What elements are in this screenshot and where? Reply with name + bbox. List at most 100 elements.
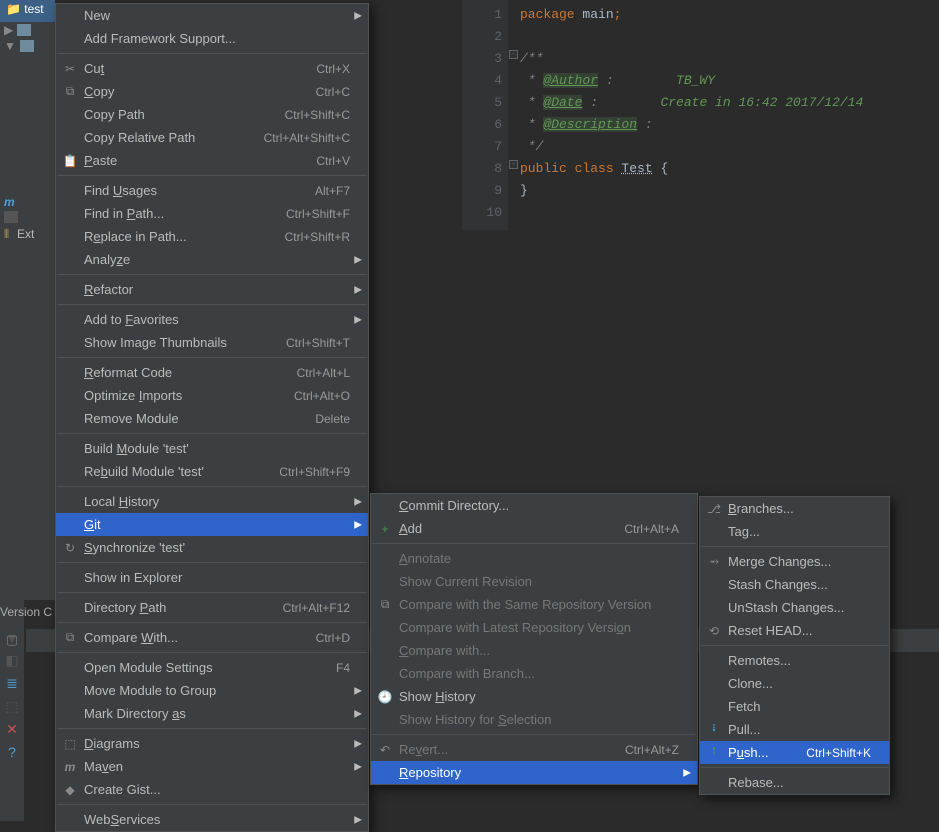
menu-item-clone[interactable]: Clone...	[700, 672, 889, 695]
menu-item-show-in-explorer[interactable]: Show in Explorer	[56, 566, 368, 589]
context-menu-repository[interactable]: ⎇Branches...Tag... ⥇Merge Changes... Stash…	[699, 496, 890, 795]
fold-gutter: - -	[508, 0, 518, 230]
menu-item-directory-path[interactable]: Directory PathCtrl+Alt+F12	[56, 596, 368, 619]
merge-changes-icon: ⥇	[706, 554, 722, 570]
menu-item-refactor[interactable]: Refactor ▶	[56, 278, 368, 301]
menu-item-add-framework-support[interactable]: Add Framework Support...	[56, 27, 368, 50]
menu-item-find-in-path[interactable]: Find in Path...Ctrl+Shift+F	[56, 202, 368, 225]
menu-item-compare-with[interactable]: ⧉Compare With...Ctrl+D	[56, 626, 368, 649]
menu-item-open-module-settings[interactable]: Open Module SettingsF4	[56, 656, 368, 679]
menu-item-analyze[interactable]: Analyze▶	[56, 248, 368, 271]
project-header[interactable]: 📁 test	[0, 0, 55, 22]
menu-item-local-history[interactable]: Local History▶	[56, 490, 368, 513]
menu-item-rebuild-module-test[interactable]: Rebuild Module 'test'Ctrl+Shift+F9	[56, 460, 368, 483]
menu-item-compare-with-branch: Compare with Branch...	[371, 662, 697, 685]
compare-with-the-same-repository-version-icon: ⧉	[377, 597, 393, 613]
menu-item-diagrams[interactable]: ⬚Diagrams▶	[56, 732, 368, 755]
menu-shortcut: Ctrl+Alt+L	[297, 366, 350, 380]
menu-separator	[57, 652, 367, 653]
menu-item-webservices[interactable]: WebServices▶	[56, 808, 368, 831]
menu-item-tag[interactable]: Tag...	[700, 520, 889, 543]
menu-item-unstash-changes[interactable]: UnStash Changes...	[700, 596, 889, 619]
menu-item-branches[interactable]: ⎇Branches...	[700, 497, 889, 520]
context-menu-main[interactable]: New▶Add Framework Support...✂CutCtrl+X⧉C…	[55, 3, 369, 832]
tool-window-icon[interactable]: ▢	[0, 628, 24, 652]
menu-item-label: Stash Changes...	[728, 577, 871, 592]
menu-item-label: Remove Module	[84, 411, 291, 426]
code-editor[interactable]: 1 2 3 4 5 6 7 8 9 10 - - package main; /…	[462, 0, 939, 230]
fold-marker[interactable]: -	[509, 50, 518, 59]
menu-item-find-usages[interactable]: Find UsagesAlt+F7	[56, 179, 368, 202]
menu-item-remotes[interactable]: Remotes...	[700, 649, 889, 672]
menu-item-label: Commit Directory...	[399, 498, 679, 513]
help-icon[interactable]: ?	[8, 744, 16, 760]
submenu-arrow-icon: ▶	[354, 284, 362, 295]
menu-item-merge-changes[interactable]: ⥇Merge Changes...	[700, 550, 889, 573]
menu-item-replace-in-path[interactable]: Replace in Path...Ctrl+Shift+R	[56, 225, 368, 248]
menu-item-label: Open Module Settings	[84, 660, 312, 675]
menu-item-new[interactable]: New▶	[56, 4, 368, 27]
menu-item-create-gist[interactable]: ◆Create Gist...	[56, 778, 368, 801]
menu-item-label: Annotate	[399, 551, 679, 566]
menu-item-reset-head[interactable]: ⟲Reset HEAD...	[700, 619, 889, 642]
menu-item-optimize-imports[interactable]: Optimize ImportsCtrl+Alt+O	[56, 384, 368, 407]
menu-separator	[57, 622, 367, 623]
submenu-arrow-icon: ▶	[683, 767, 691, 778]
comment: :	[582, 95, 660, 110]
branches-icon: ⎇	[706, 501, 722, 517]
fold-marker[interactable]: -	[509, 160, 518, 169]
menu-separator	[57, 433, 367, 434]
menu-separator	[57, 274, 367, 275]
menu-item-label: Add Framework Support...	[84, 31, 350, 46]
menu-shortcut: Delete	[315, 412, 350, 426]
line-number: 2	[462, 26, 502, 48]
settings-icon[interactable]: ⬚	[5, 698, 18, 715]
menu-item-repository[interactable]: Repository▶	[371, 761, 697, 784]
menu-item-paste[interactable]: 📋PasteCtrl+V	[56, 149, 368, 172]
menu-item-fetch[interactable]: Fetch	[700, 695, 889, 718]
menu-item-git[interactable]: Git▶	[56, 513, 368, 536]
menu-item-commit-directory[interactable]: Commit Directory...	[371, 494, 697, 517]
menu-item-remove-module[interactable]: Remove Module Delete	[56, 407, 368, 430]
menu-item-show-history[interactable]: 🕘Show History	[371, 685, 697, 708]
context-menu-git[interactable]: Commit Directory... +AddCtrl+Alt+A Annotat…	[370, 493, 698, 785]
menu-item-cut[interactable]: ✂CutCtrl+X	[56, 57, 368, 80]
menu-item-pull[interactable]: ⭭Pull...	[700, 718, 889, 741]
external-libraries: Ext	[13, 225, 38, 243]
version-control-label[interactable]: Version C	[0, 605, 52, 619]
menu-item-label: Analyze	[84, 252, 350, 267]
menu-item-push[interactable]: ⭫Push...Ctrl+Shift+K	[700, 741, 889, 764]
menu-item-maven[interactable]: mMaven▶	[56, 755, 368, 778]
menu-item-reformat-code[interactable]: Reformat CodeCtrl+Alt+L	[56, 361, 368, 384]
toggle-icon[interactable]: ◧	[5, 652, 18, 669]
menu-item-mark-directory-as[interactable]: Mark Directory as▶	[56, 702, 368, 725]
close-icon[interactable]: ✕	[6, 721, 18, 738]
add-icon: +	[377, 521, 393, 537]
menu-shortcut: Ctrl+V	[316, 154, 350, 168]
menu-item-move-module-to-group[interactable]: Move Module to Group▶	[56, 679, 368, 702]
diff-icon[interactable]: ≣	[6, 675, 18, 692]
menu-item-show-image-thumbnails[interactable]: Show Image ThumbnailsCtrl+Shift+T	[56, 331, 368, 354]
menu-item-rebase[interactable]: Rebase...	[700, 771, 889, 794]
menu-shortcut: Ctrl+Shift+C	[285, 108, 350, 122]
menu-item-label: Push...	[728, 745, 782, 760]
menu-item-synchronize-test[interactable]: ↻Synchronize 'test'	[56, 536, 368, 559]
menu-item-label: Compare with Branch...	[399, 666, 679, 681]
project-tree[interactable]: ▶ ▼ m ⫴Ext	[0, 22, 42, 244]
menu-item-label: Copy Path	[84, 107, 261, 122]
menu-item-add-to-favorites[interactable]: Add to Favorites▶	[56, 308, 368, 331]
menu-item-label: Replace in Path...	[84, 229, 261, 244]
code-area[interactable]: package main; /** * @Author : TB_WY * @D…	[520, 0, 939, 202]
menu-item-copy-path[interactable]: Copy Path Ctrl+Shift+C	[56, 103, 368, 126]
menu-item-build-module-test[interactable]: Build Module 'test'	[56, 437, 368, 460]
menu-item-copy[interactable]: ⧉CopyCtrl+C	[56, 80, 368, 103]
menu-item-compare-with: Compare with...	[371, 639, 697, 662]
push-icon: ⭫	[706, 745, 722, 761]
menu-item-stash-changes[interactable]: Stash Changes...	[700, 573, 889, 596]
submenu-arrow-icon: ▶	[354, 10, 362, 21]
submenu-arrow-icon: ▶	[354, 738, 362, 749]
folder-icon: 📁	[6, 2, 21, 16]
menu-item-add[interactable]: +AddCtrl+Alt+A	[371, 517, 697, 540]
menu-item-label: Refactor	[84, 282, 350, 297]
menu-item-copy-relative-path[interactable]: Copy Relative PathCtrl+Alt+Shift+C	[56, 126, 368, 149]
